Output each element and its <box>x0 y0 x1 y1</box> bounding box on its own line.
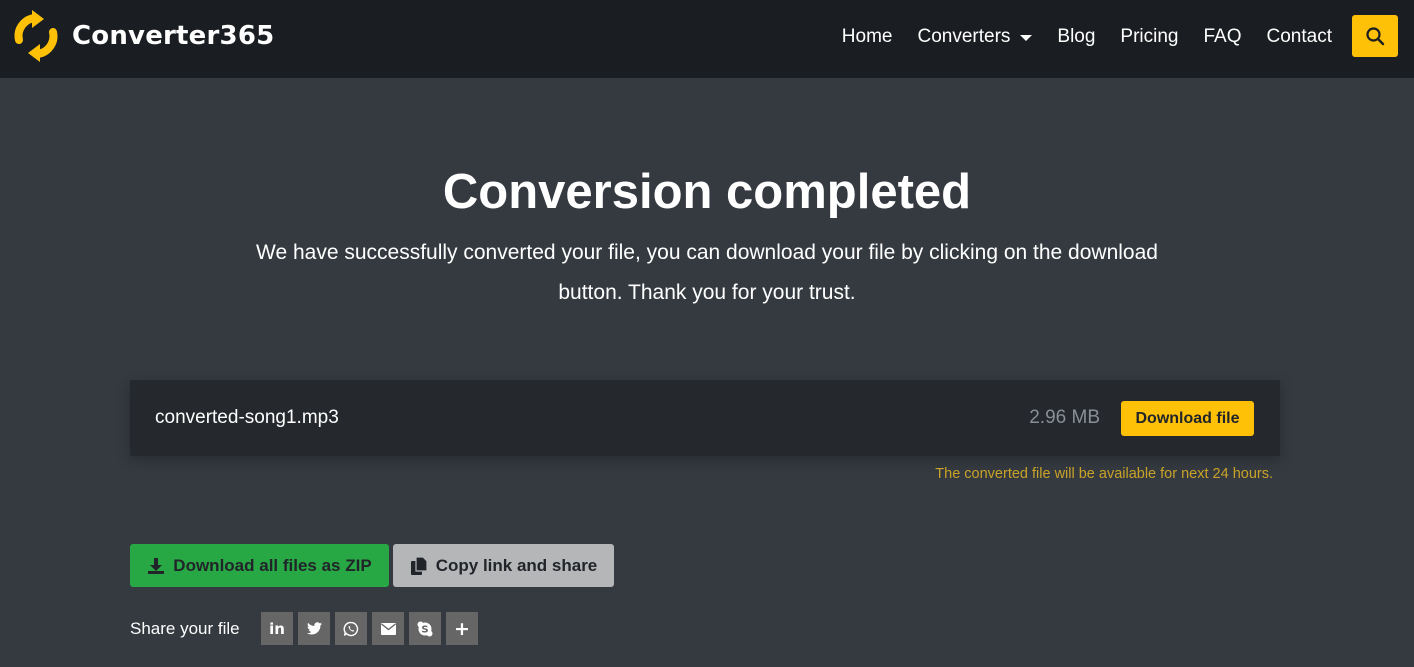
share-skype-button[interactable]: S <box>409 612 441 645</box>
download-zip-button[interactable]: Download all files as ZIP <box>130 544 389 587</box>
share-more-button[interactable]: + <box>446 612 478 645</box>
copy-icon <box>410 555 428 575</box>
page-title: Conversion completed <box>442 165 972 219</box>
share-twitter-button[interactable] <box>298 612 330 645</box>
copy-link-label: Copy link and share <box>435 555 598 575</box>
skype-icon: S <box>417 621 433 636</box>
nav-home[interactable]: Home <box>842 26 893 48</box>
email-icon <box>380 622 396 635</box>
file-name: converted-song1.mp3 <box>155 407 339 428</box>
share-linkedin-button[interactable]: in <box>261 612 293 645</box>
share-email-button[interactable] <box>372 612 404 645</box>
nav-pricing[interactable]: Pricing <box>1120 26 1178 48</box>
navbar: Converter365 Home Converters Blog Pricin… <box>0 0 1414 78</box>
nav-contact[interactable]: Contact <box>1267 26 1332 48</box>
linkedin-icon: in <box>269 619 285 638</box>
brand-logo-link[interactable]: Converter365 <box>10 10 274 62</box>
nav-converters-label: Converters <box>917 26 1011 47</box>
share-whatsapp-button[interactable] <box>335 612 367 645</box>
plus-icon: + <box>454 617 470 640</box>
twitter-icon <box>306 622 322 635</box>
success-message: We have successfully converted your file… <box>256 241 1158 304</box>
brand-name: Converter365 <box>72 21 275 51</box>
whatsapp-icon <box>343 621 359 636</box>
svg-text:S: S <box>421 624 428 635</box>
nav-blog[interactable]: Blog <box>1057 26 1095 48</box>
share-label: Share your file <box>130 619 240 638</box>
download-file-button[interactable]: Download file <box>1121 401 1254 436</box>
share-buttons: in S + <box>261 612 478 645</box>
search-button[interactable] <box>1352 15 1398 57</box>
availability-note: The converted file will be available for… <box>935 466 1273 482</box>
download-icon <box>148 557 165 574</box>
file-size: 2.96 MB <box>1029 407 1100 428</box>
main-nav: Home Converters Blog Pricing FAQ Contact <box>817 0 1332 74</box>
download-zip-label: Download all files as ZIP <box>173 555 372 575</box>
refresh-logo-icon <box>14 10 58 62</box>
search-icon <box>1366 27 1385 46</box>
converted-file-row: converted-song1.mp3 2.96 MB Download fil… <box>130 380 1280 456</box>
caret-down-icon <box>1020 35 1033 41</box>
nav-faq[interactable]: FAQ <box>1204 26 1242 48</box>
copy-link-button[interactable]: Copy link and share <box>393 544 614 587</box>
nav-converters[interactable]: Converters <box>917 26 1033 48</box>
